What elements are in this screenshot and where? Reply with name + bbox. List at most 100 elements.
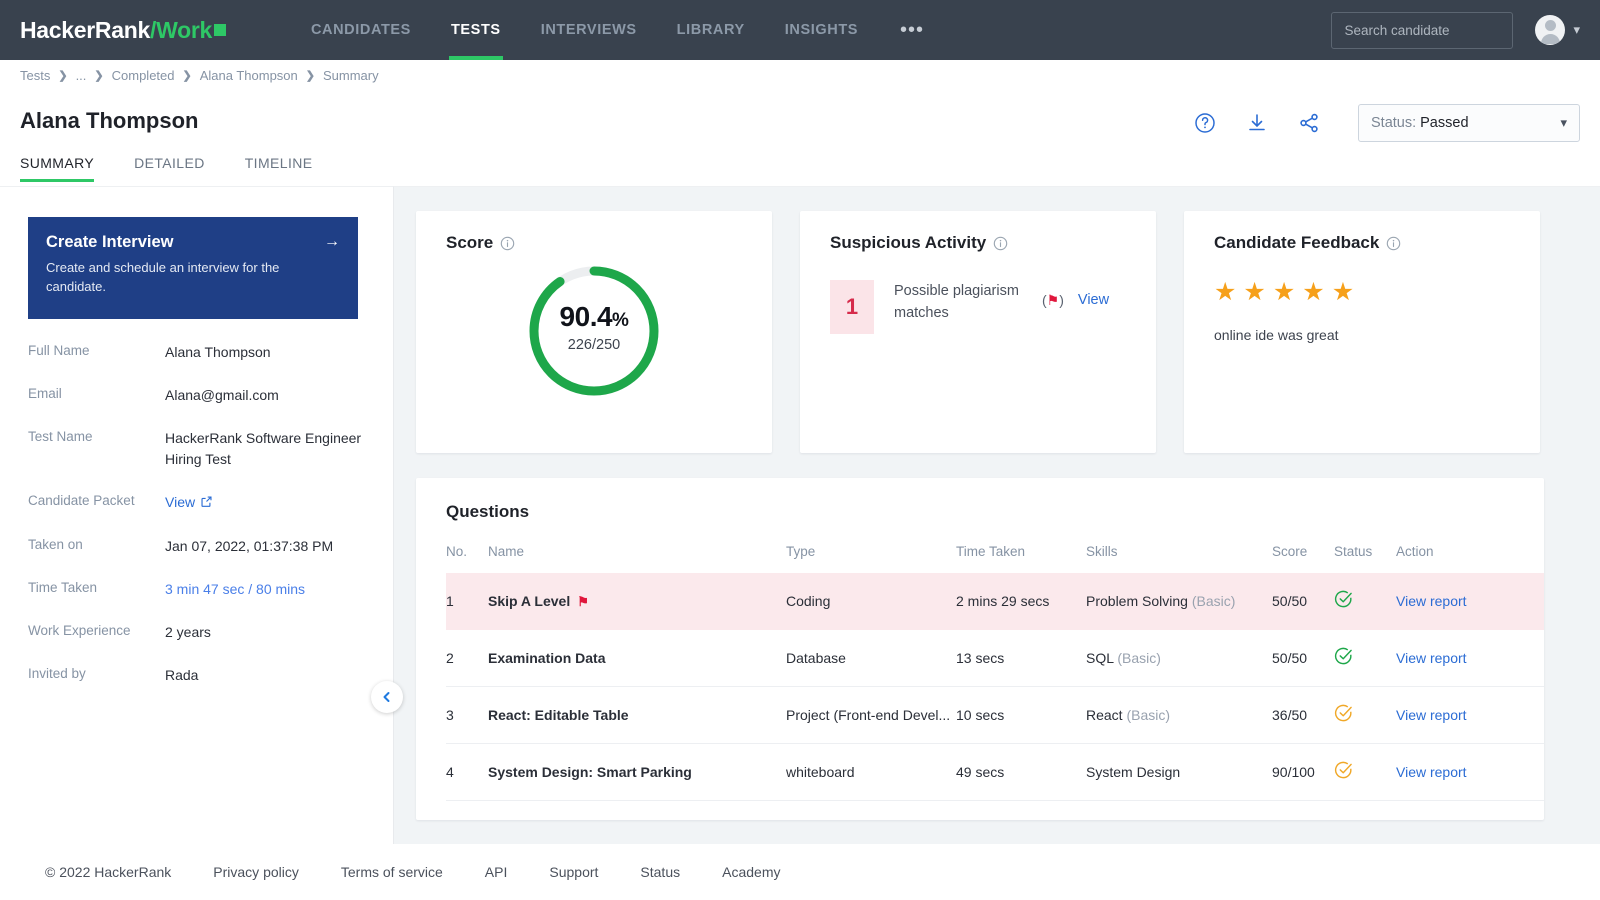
download-icon[interactable]: [1244, 110, 1270, 136]
status-dropdown-label: Status:: [1371, 115, 1417, 131]
star-icon: ★: [1302, 278, 1325, 306]
detail-row-taken-on: Taken on Jan 07, 2022, 01:37:38 PM: [28, 536, 373, 557]
hackerrank-work-logo[interactable]: HackerRank/Work: [20, 17, 226, 44]
app-root: HackerRank/Work CANDIDATES TESTS INTERVI…: [0, 0, 1600, 900]
cell-no: 3: [446, 686, 488, 744]
skill-name: SQL: [1086, 650, 1114, 666]
cell-action: View report: [1396, 629, 1544, 687]
question-name: Examination Data: [488, 650, 606, 666]
info-icon[interactable]: [993, 236, 1008, 251]
breadcrumb-item-completed[interactable]: Completed: [112, 68, 175, 83]
info-icon[interactable]: [1386, 236, 1401, 251]
footer-link-privacy-policy[interactable]: Privacy policy: [213, 864, 299, 880]
breadcrumb-item-summary[interactable]: Summary: [323, 68, 379, 83]
breadcrumb-item-candidate[interactable]: Alana Thompson: [200, 68, 298, 83]
tab-summary[interactable]: SUMMARY: [20, 155, 108, 182]
cell-action: View report: [1396, 743, 1544, 801]
table-row[interactable]: 3 React: Editable Table Project (Front-e…: [446, 686, 1544, 744]
questions-table-body: 1 Skip A Level ⚑ Coding 2 mins 29 secs Pr…: [446, 573, 1544, 801]
cell-status: [1334, 743, 1396, 801]
footer-link-support[interactable]: Support: [549, 864, 598, 880]
nav-tab-library-label: LIBRARY: [676, 22, 745, 38]
detail-row-invited-by: Invited by Rada: [28, 665, 373, 686]
question-name: System Design: Smart Parking: [488, 764, 692, 780]
cell-type: Project (Front-end Devel...: [786, 686, 956, 744]
table-row[interactable]: 1 Skip A Level ⚑ Coding 2 mins 29 secs Pr…: [446, 573, 1544, 630]
table-row[interactable]: 2 Examination Data Database 13 secs SQL …: [446, 629, 1544, 687]
question-name: Skip A Level: [488, 592, 571, 609]
star-icon: ★: [1243, 278, 1266, 306]
view-report-link[interactable]: View report: [1396, 707, 1467, 723]
search-candidate-input[interactable]: [1331, 11, 1514, 49]
detail-value-taken-on: Jan 07, 2022, 01:37:38 PM: [165, 538, 334, 554]
detail-row-email: Email Alana@gmail.com: [28, 385, 373, 406]
candidate-packet-view-link[interactable]: View: [165, 494, 195, 510]
breadcrumb-item-tests[interactable]: Tests: [20, 68, 50, 83]
tab-timeline[interactable]: TIMELINE: [245, 155, 327, 182]
detail-value-email: Alana@gmail.com: [165, 387, 279, 403]
tab-detailed[interactable]: DETAILED: [134, 155, 219, 182]
questions-table-head: No. Name Type Time Taken Skills Score St…: [446, 544, 1544, 573]
nav-tab-insights[interactable]: INSIGHTS: [765, 0, 878, 60]
status-check-complete-icon: [1334, 590, 1352, 608]
nav-tab-interviews[interactable]: INTERVIEWS: [521, 0, 657, 60]
cell-skills: Problem Solving (Basic): [1086, 573, 1272, 630]
column-header-name: Name: [488, 544, 525, 559]
breadcrumb-item-ellipsis[interactable]: ...: [76, 68, 87, 83]
status-dropdown[interactable]: Status: Passed ▾: [1358, 104, 1580, 142]
detail-row-test-name: Test Name HackerRank Software Engineer H…: [28, 428, 373, 470]
questions-title: Questions: [446, 502, 530, 521]
detail-value-time-taken[interactable]: 3 min 47 sec / 80 mins: [165, 579, 365, 600]
detail-value-candidate-packet: View: [165, 492, 365, 514]
view-report-link[interactable]: View report: [1396, 593, 1467, 609]
nav-overflow-menu-icon[interactable]: •••: [878, 20, 946, 40]
feedback-card-title: Candidate Feedback: [1214, 233, 1540, 253]
view-report-link[interactable]: View report: [1396, 764, 1467, 780]
detail-label: Invited by: [28, 666, 86, 681]
share-icon[interactable]: [1296, 110, 1322, 136]
footer-link-academy[interactable]: Academy: [722, 864, 780, 880]
create-interview-card[interactable]: Create Interview → Create and schedule a…: [28, 217, 358, 319]
red-flag-icon: ⚑: [577, 593, 589, 609]
star-icon: ★: [1272, 278, 1296, 306]
view-report-link[interactable]: View report: [1396, 650, 1467, 666]
table-row[interactable]: 4 System Design: Smart Parking whiteboar…: [446, 743, 1544, 801]
cell-skills: React (Basic): [1086, 686, 1272, 744]
footer-link-api[interactable]: API: [485, 864, 508, 880]
footer-link-terms-of-service[interactable]: Terms of service: [341, 864, 443, 880]
flag-paren-close: ): [1059, 292, 1064, 308]
nav-tab-tests[interactable]: TESTS: [431, 0, 521, 60]
help-icon[interactable]: [1192, 110, 1218, 136]
header-actions: Status: Passed ▾: [1192, 104, 1580, 142]
cell-no: 4: [446, 743, 488, 801]
chevron-down-icon: ▾: [1560, 115, 1567, 130]
page-footer: © 2022 HackerRank Privacy policy Terms o…: [0, 844, 1600, 900]
nav-tab-library[interactable]: LIBRARY: [657, 0, 765, 60]
user-menu[interactable]: ▾: [1535, 15, 1580, 45]
cell-status: [1334, 573, 1396, 630]
status-check-partial-icon: [1334, 704, 1352, 722]
suspicious-view-link[interactable]: View: [1078, 280, 1109, 308]
cell-status: [1334, 686, 1396, 744]
candidate-info-sidebar: Create Interview → Create and schedule a…: [0, 186, 394, 844]
column-header-score: Score: [1272, 544, 1308, 559]
sidebar-collapse-button[interactable]: [371, 681, 403, 713]
cell-skills: SQL (Basic): [1086, 629, 1272, 687]
detail-label: Email: [28, 386, 62, 401]
cell-skills: System Design: [1086, 743, 1272, 801]
nav-tab-candidates-label: CANDIDATES: [310, 22, 411, 38]
score-donut-wrapper: 90.4% 226/250: [416, 263, 772, 399]
avatar-person-icon: [1535, 15, 1565, 45]
score-card-title-label: Score: [446, 233, 494, 252]
score-donut-chart: 90.4% 226/250: [526, 263, 662, 399]
info-icon[interactable]: [500, 236, 515, 251]
suspicious-flag-wrapper: (⚑): [1042, 280, 1064, 309]
footer-link-status[interactable]: Status: [640, 864, 680, 880]
external-link-icon: [200, 493, 213, 514]
detail-value-test-name: HackerRank Software Engineer Hiring Test: [165, 430, 362, 467]
nav-tab-candidates[interactable]: CANDIDATES: [291, 0, 431, 60]
score-fraction: 226/250: [567, 337, 621, 353]
cell-type: Database: [786, 629, 956, 687]
column-header-no: No.: [446, 544, 468, 559]
candidate-feedback-card: Candidate Feedback ★ ★ ★ ★ ★ online ide …: [1184, 211, 1540, 453]
